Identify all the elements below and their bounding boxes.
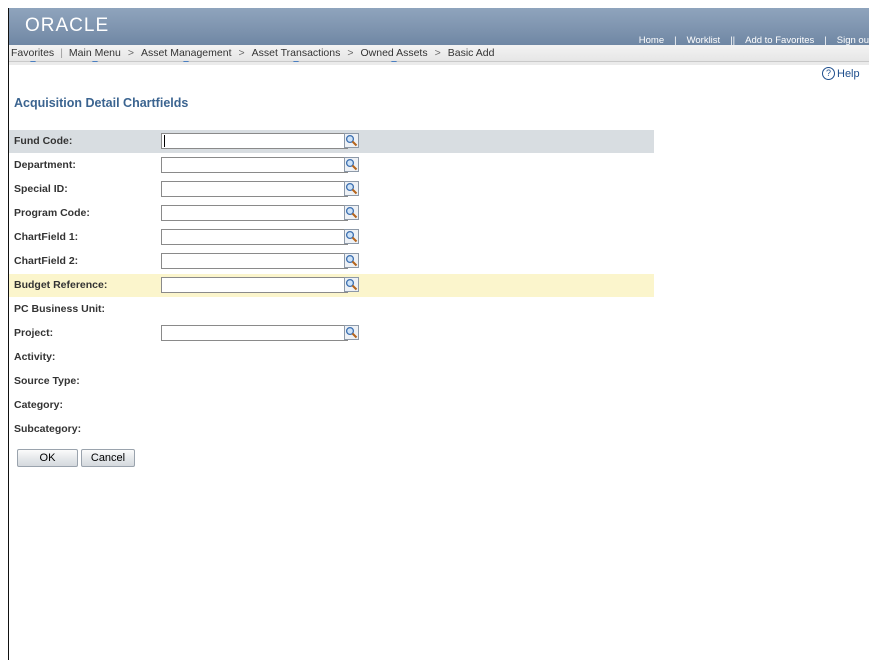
project-input[interactable] bbox=[161, 325, 348, 341]
pc-business-unit-row: PC Business Unit: bbox=[9, 298, 654, 321]
breadcrumb-chevron-icon: > bbox=[347, 47, 354, 59]
source-type-row: Source Type: bbox=[9, 370, 654, 393]
fund-code-label: Fund Code: bbox=[14, 135, 73, 147]
chartfield-2-label: ChartField 2: bbox=[14, 255, 79, 267]
budget-reference-row: Budget Reference: bbox=[9, 274, 654, 297]
chartfield-1-lookup-icon[interactable] bbox=[344, 229, 359, 244]
project-row: Project: bbox=[9, 322, 654, 345]
department-row: Department: bbox=[9, 154, 654, 177]
breadcrumb-chevron-icon: > bbox=[127, 47, 135, 59]
project-lookup-icon[interactable] bbox=[344, 325, 359, 340]
source-type-label: Source Type: bbox=[14, 375, 80, 387]
breadcrumb-chevron-icon: > bbox=[238, 47, 245, 59]
breadcrumb-asset-management[interactable]: Asset Management bbox=[139, 47, 233, 65]
fund-code-lookup-icon[interactable] bbox=[344, 133, 359, 148]
activity-label: Activity: bbox=[14, 351, 56, 363]
chartfield-2-input[interactable] bbox=[161, 253, 348, 269]
breadcrumb-main-menu[interactable]: Main Menu bbox=[67, 47, 123, 65]
budget-reference-label: Budget Reference: bbox=[14, 279, 108, 291]
ok-button[interactable]: OK bbox=[17, 449, 78, 467]
special-id-lookup-icon[interactable] bbox=[344, 181, 359, 196]
department-input[interactable] bbox=[161, 157, 348, 173]
subcategory-label: Subcategory: bbox=[14, 423, 82, 435]
navbar-shadow bbox=[9, 62, 869, 65]
chartfield-1-label: ChartField 1: bbox=[14, 231, 79, 243]
program-code-lookup-icon[interactable] bbox=[344, 205, 359, 220]
page-title: Acquisition Detail Chartfields bbox=[14, 96, 189, 110]
subcategory-row: Subcategory: bbox=[9, 418, 654, 441]
budget-reference-input[interactable] bbox=[161, 277, 348, 293]
chartfield-1-input[interactable] bbox=[161, 229, 348, 245]
pc-business-unit-label: PC Business Unit: bbox=[14, 303, 106, 315]
chartfield-1-row: ChartField 1: bbox=[9, 226, 654, 249]
special-id-label: Special ID: bbox=[14, 183, 68, 195]
program-code-row: Program Code: bbox=[9, 202, 654, 225]
help-label: Help bbox=[837, 67, 860, 80]
fund-code-row: Fund Code: bbox=[9, 130, 654, 153]
department-lookup-icon[interactable] bbox=[344, 157, 359, 172]
fund-code-input[interactable] bbox=[161, 133, 348, 149]
help-link[interactable]: ? Help bbox=[822, 67, 860, 80]
home-link[interactable]: Home bbox=[629, 35, 674, 46]
program-code-input[interactable] bbox=[161, 205, 348, 221]
header-banner: ORACLE Home | Worklist || Add to Favorit… bbox=[9, 8, 869, 46]
add-to-favorites-link[interactable]: Add to Favorites bbox=[735, 35, 824, 46]
chartfield-2-row: ChartField 2: bbox=[9, 250, 654, 273]
project-label: Project: bbox=[14, 327, 54, 339]
breadcrumb-favorites[interactable]: Favorites bbox=[9, 47, 56, 65]
activity-row: Activity: bbox=[9, 346, 654, 369]
worklist-link[interactable]: Worklist bbox=[677, 35, 731, 46]
category-label: Category: bbox=[14, 399, 64, 411]
oracle-logo: ORACLE bbox=[25, 15, 110, 36]
breadcrumb: Favorites | Main Menu > Asset Management… bbox=[9, 45, 869, 65]
window-top-margin bbox=[0, 0, 869, 8]
budget-reference-lookup-icon[interactable] bbox=[344, 277, 359, 292]
breadcrumb-chevron-icon: > bbox=[434, 47, 441, 59]
category-row: Category: bbox=[9, 394, 654, 417]
program-code-label: Program Code: bbox=[14, 207, 90, 219]
sign-out-link[interactable]: Sign ou bbox=[827, 35, 869, 46]
breadcrumb-asset-transactions[interactable]: Asset Transactions bbox=[250, 47, 343, 65]
breadcrumb-divider: | bbox=[60, 47, 63, 59]
chartfield-2-lookup-icon[interactable] bbox=[344, 253, 359, 268]
breadcrumb-basic-add[interactable]: Basic Add bbox=[446, 47, 497, 59]
special-id-row: Special ID: bbox=[9, 178, 654, 201]
special-id-input[interactable] bbox=[161, 181, 348, 197]
department-label: Department: bbox=[14, 159, 76, 171]
cancel-button[interactable]: Cancel bbox=[81, 449, 135, 467]
help-circle-icon: ? bbox=[822, 67, 835, 80]
breadcrumb-owned-assets[interactable]: Owned Assets bbox=[358, 47, 429, 65]
